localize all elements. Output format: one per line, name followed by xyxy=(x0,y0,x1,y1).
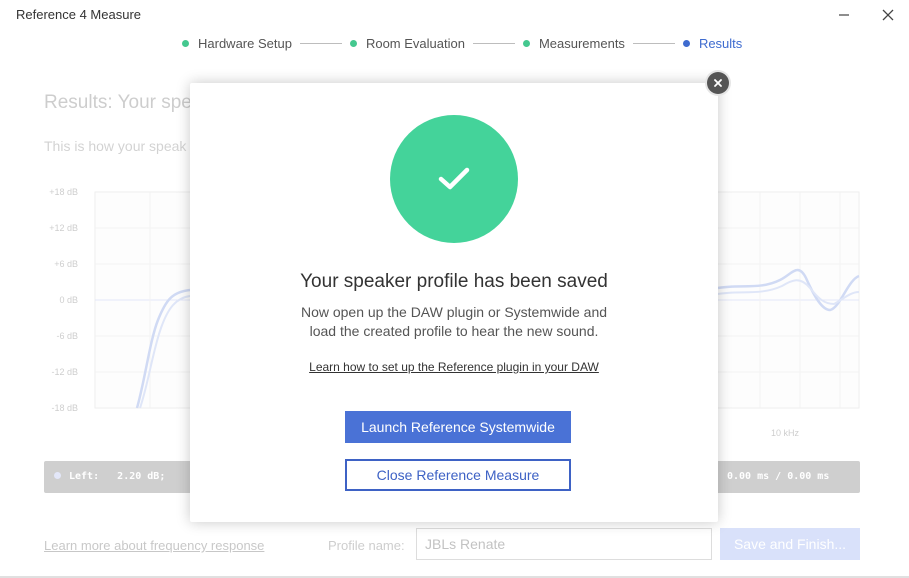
minimize-button[interactable] xyxy=(832,4,856,26)
step-label: Room Evaluation xyxy=(365,36,465,51)
progress-stepper: Hardware Setup Room Evaluation Measureme… xyxy=(182,36,742,51)
y-tick-label: 0 dB xyxy=(59,295,78,305)
page-subtitle: This is how your speak xyxy=(44,138,187,154)
delay-stat: 0.00 ms / 0.00 ms xyxy=(727,471,830,482)
step-connector xyxy=(299,43,342,44)
stat-left-value: 2.20 dB; xyxy=(117,471,166,482)
step-label: Results xyxy=(698,36,743,51)
dialog-body-text: Now open up the DAW plugin or Systemwide… xyxy=(190,303,718,341)
profile-name-input[interactable]: JBLs Renate xyxy=(416,528,712,560)
save-and-finish-button[interactable]: Save and Finish... xyxy=(720,528,860,560)
y-tick-label: +18 dB xyxy=(49,187,78,197)
step-connector xyxy=(632,43,675,44)
stat-left-label: Left: xyxy=(69,471,100,482)
y-tick-label: -18 dB xyxy=(51,403,78,413)
close-icon xyxy=(882,9,894,21)
x-tick-label: 10 kHz xyxy=(771,428,800,438)
step-active-dot-icon xyxy=(682,40,690,47)
checkmark-icon xyxy=(438,167,470,190)
step-done-dot-icon xyxy=(182,40,189,47)
step-hardware-setup: Hardware Setup xyxy=(182,36,292,51)
y-tick-label: -6 dB xyxy=(56,331,78,341)
window-title: Reference 4 Measure xyxy=(16,7,142,22)
y-tick-label: +12 dB xyxy=(49,223,78,233)
plugin-setup-link-row: Learn how to set up the Reference plugin… xyxy=(190,360,718,374)
step-done-dot-icon xyxy=(349,40,357,47)
step-measurements: Measurements xyxy=(522,36,625,51)
title-bar: Reference 4 Measure xyxy=(0,0,909,30)
step-room-evaluation: Room Evaluation xyxy=(349,36,465,51)
left-channel-stat: Left: 2.20 dB; xyxy=(54,471,165,482)
step-connector xyxy=(472,43,515,44)
minimize-icon xyxy=(839,14,849,16)
close-measure-button[interactable]: Close Reference Measure xyxy=(345,459,571,491)
y-tick-label: -12 dB xyxy=(51,367,78,377)
dialog-close-button[interactable] xyxy=(707,72,729,94)
step-done-dot-icon xyxy=(522,40,530,47)
step-label: Measurements xyxy=(538,36,625,51)
step-label: Hardware Setup xyxy=(198,36,292,51)
success-badge xyxy=(390,115,518,243)
dialog-text-line: load the created profile to hear the new… xyxy=(309,323,599,339)
learn-frequency-response-link[interactable]: Learn more about frequency response xyxy=(44,538,264,553)
step-results: Results xyxy=(682,36,743,51)
dialog-heading: Your speaker profile has been saved xyxy=(300,271,608,292)
launch-systemwide-button[interactable]: Launch Reference Systemwide xyxy=(345,411,571,443)
y-tick-label: +6 dB xyxy=(54,259,78,269)
profile-name-label: Profile name: xyxy=(328,538,405,553)
page-title: Results: Your spe xyxy=(44,92,192,113)
dialog-text-line: Now open up the DAW plugin or Systemwide… xyxy=(300,304,608,320)
profile-saved-dialog: Your speaker profile has been saved Now … xyxy=(190,83,718,522)
channel-dot-icon xyxy=(54,472,61,479)
window-close-button[interactable] xyxy=(876,4,900,26)
close-icon xyxy=(714,79,722,87)
plugin-setup-link[interactable]: Learn how to set up the Reference plugin… xyxy=(309,360,599,374)
